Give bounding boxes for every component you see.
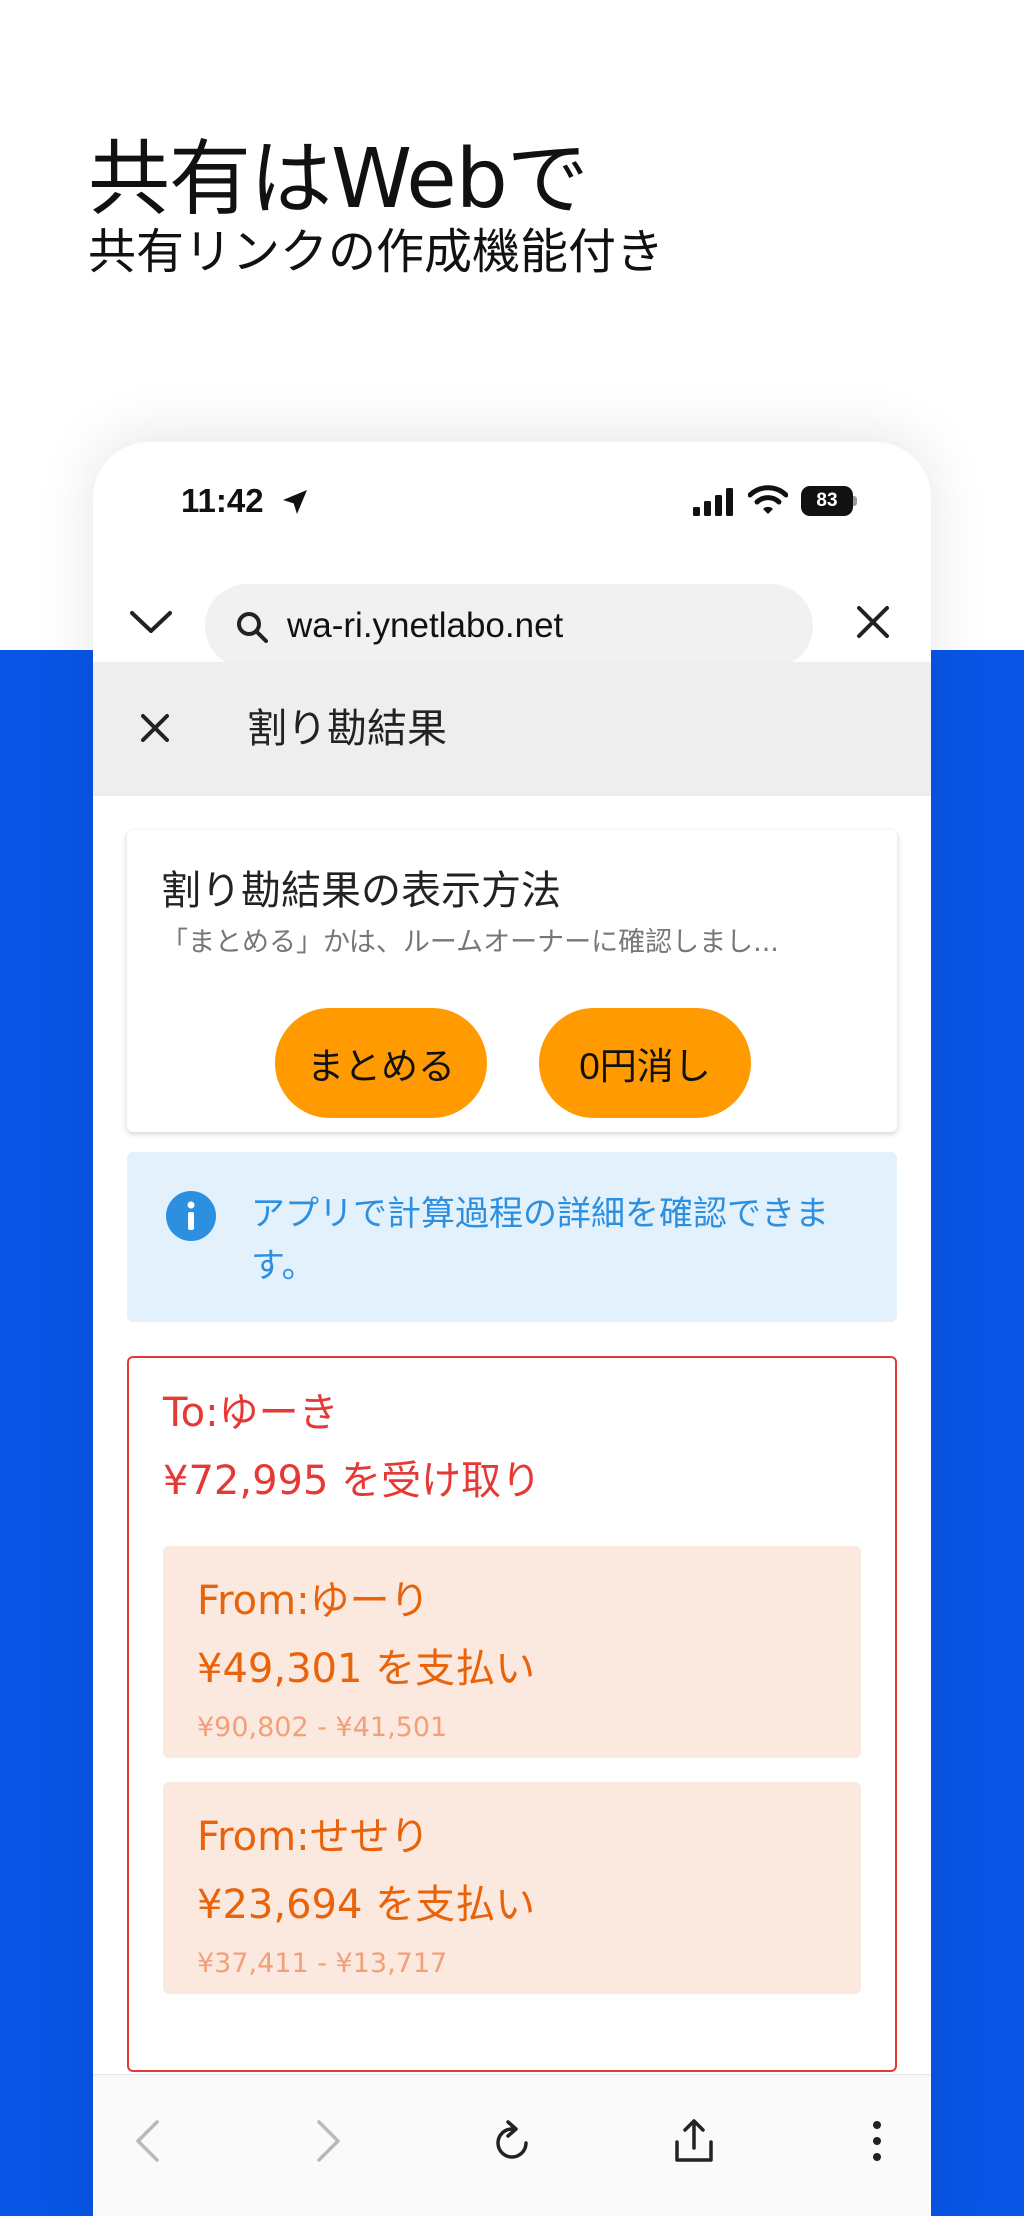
info-text: アプリで計算過程の詳細を確認できます。 <box>251 1194 829 1286</box>
zero-yen-button[interactable]: 0円消し <box>539 1008 751 1118</box>
battery-indicator: 83 <box>801 486 857 516</box>
payment-amount: ¥23,694 を支払い <box>197 1882 536 1928</box>
chevron-down-icon <box>130 611 172 633</box>
more-options-button[interactable] <box>847 2111 907 2171</box>
share-icon <box>675 2119 713 2162</box>
cellular-signal-icon <box>693 488 733 516</box>
wifi-icon <box>748 485 788 514</box>
payer-name: From:せせり <box>197 1814 430 1860</box>
battery-level: 83 <box>801 486 853 516</box>
browser-toolbar <box>93 2074 931 2216</box>
close-icon <box>857 606 889 638</box>
promo-headline: 共有はWebで <box>88 132 589 227</box>
location-arrow-icon <box>283 490 307 514</box>
info-banner: アプリで計算過程の詳細を確認できます。 <box>127 1152 897 1322</box>
payer-item: From:ゆーり ¥49,301 を支払い ¥90,802 - ¥41,501 <box>163 1546 861 1758</box>
receiver-name: To:ゆーき <box>163 1390 339 1436</box>
info-icon <box>166 1191 216 1241</box>
more-vertical-icon <box>873 2121 881 2161</box>
phone-screen: 11:42 83 wa-ri.ynetlabo.net 割り勘結果 割り勘結果の… <box>93 442 931 2216</box>
payment-amount: ¥49,301 を支払い <box>197 1646 536 1692</box>
close-browser-button[interactable] <box>845 594 901 650</box>
status-bar: 11:42 83 <box>93 442 931 562</box>
payer-name: From:ゆーり <box>197 1578 430 1624</box>
back-button[interactable] <box>117 2111 177 2171</box>
payment-calculation: ¥90,802 - ¥41,501 <box>197 1712 448 1743</box>
close-icon <box>141 714 169 742</box>
share-button[interactable] <box>664 2111 724 2171</box>
forward-button[interactable] <box>299 2111 359 2171</box>
url-field[interactable]: wa-ri.ynetlabo.net <box>205 584 813 668</box>
page-title: 割り勘結果 <box>247 706 447 752</box>
settlement-card: To:ゆーき ¥72,995 を受け取り From:ゆーり ¥49,301 を支… <box>127 1356 897 2072</box>
status-time: 11:42 <box>181 482 264 519</box>
matomeru-button[interactable]: まとめる <box>275 1008 487 1118</box>
chevron-right-icon <box>317 2120 340 2162</box>
collapse-button[interactable] <box>123 594 179 650</box>
promo-subline: 共有リンクの作成機能付き <box>88 224 665 280</box>
reload-icon <box>496 2120 528 2159</box>
search-icon <box>237 612 268 643</box>
payment-calculation: ¥37,411 - ¥13,717 <box>197 1948 448 1979</box>
display-method-note: 「まとめる」かは、ルームオーナーに確認しまし... <box>161 927 779 958</box>
display-method-title: 割り勘結果の表示方法 <box>161 868 561 914</box>
battery-tip <box>853 496 857 506</box>
reload-button[interactable] <box>482 2111 542 2171</box>
chevron-left-icon <box>136 2120 159 2162</box>
app-bar: 割り勘結果 <box>93 662 931 796</box>
close-result-button[interactable] <box>127 700 183 756</box>
receive-amount: ¥72,995 を受け取り <box>163 1458 542 1504</box>
url-text: wa-ri.ynetlabo.net <box>287 606 564 645</box>
browser-address-bar: wa-ri.ynetlabo.net <box>93 572 931 672</box>
display-method-card: 割り勘結果の表示方法 「まとめる」かは、ルームオーナーに確認しまし... まとめ… <box>127 830 897 1132</box>
payer-item: From:せせり ¥23,694 を支払い ¥37,411 - ¥13,717 <box>163 1782 861 1994</box>
